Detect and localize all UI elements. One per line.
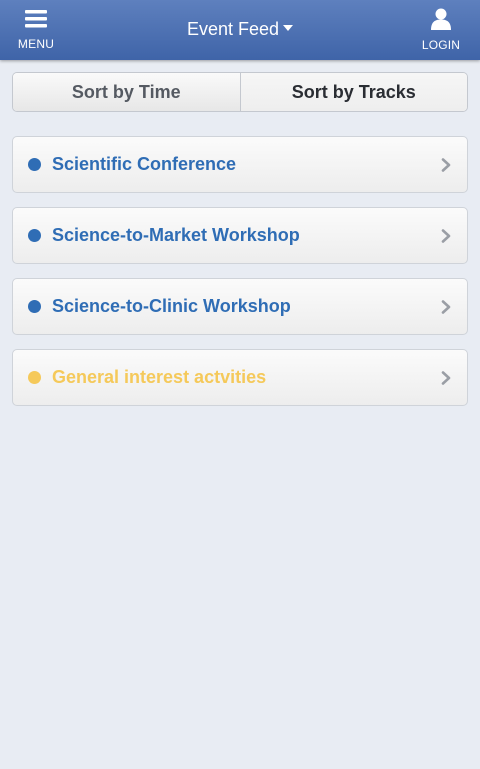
track-color-dot [28,371,41,384]
top-bar: MENU Event Feed LOGIN [0,0,480,60]
track-item-scientific-conference[interactable]: Scientific Conference [12,136,468,193]
track-color-dot [28,300,41,313]
track-item-science-to-market-workshop[interactable]: Science-to-Market Workshop [12,207,468,264]
chevron-right-icon [441,158,451,172]
track-label: Scientific Conference [52,154,237,174]
event-feed-dropdown[interactable]: Event Feed [150,19,330,40]
track-list: Scientific Conference Science-to-Market … [12,136,468,420]
caret-down-icon [283,25,294,32]
hamburger-icon [25,10,47,28]
chevron-right-icon [441,229,451,243]
sort-segmented-control: Sort by Time Sort by Tracks [12,72,468,112]
track-color-dot [28,229,41,242]
user-icon [431,8,451,30]
track-label: General interest actvities [52,367,267,387]
sort-by-tracks-tab[interactable]: Sort by Tracks [240,73,467,111]
page-title: Event Feed [186,19,280,39]
track-color-dot [28,158,41,171]
track-item-science-to-clinic-workshop[interactable]: Science-to-Clinic Workshop [12,278,468,335]
login-label: LOGIN [421,38,461,52]
track-item-general-interest-activities[interactable]: General interest actvities [12,349,468,406]
chevron-right-icon [441,371,451,385]
menu-button[interactable]: MENU [10,8,62,54]
track-label: Science-to-Market Workshop [52,225,300,245]
track-label: Science-to-Clinic Workshop [52,296,291,316]
menu-label: MENU [17,37,55,51]
chevron-right-icon [441,300,451,314]
sort-by-time-tab[interactable]: Sort by Time [13,73,241,111]
login-button[interactable]: LOGIN [412,6,470,54]
